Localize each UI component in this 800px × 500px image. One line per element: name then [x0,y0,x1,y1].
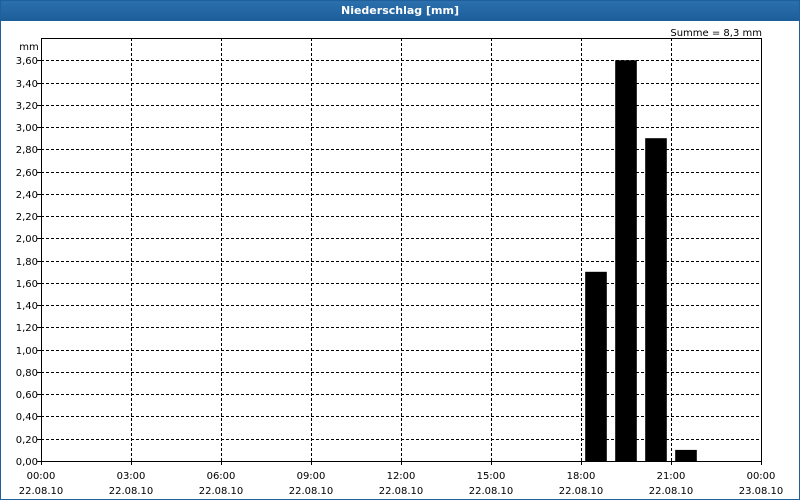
y-tick-label: 1,80 [16,257,38,268]
y-tick-label: 1,20 [16,323,38,334]
y-tick-labels: 0,00 0,20 0,40 0,60 0,80 1,00 1,20 1,40 1,60 1,80… [16,56,38,468]
y-tick-label: 0,40 [16,412,38,423]
bar [645,138,667,461]
x-tick-date-label: 22.08.10 [289,486,334,497]
y-tick-label: 2,80 [16,145,38,156]
y-tick-label: 1,00 [16,346,38,357]
x-tick-time-label: 15:00 [477,471,506,482]
y-tick-label: 0,80 [16,368,38,379]
x-tick-date-label: 22.08.10 [199,486,244,497]
x-tick-date-label: 22.08.10 [469,486,514,497]
x-tick-date-label: 22.08.10 [109,486,154,497]
y-tick-label: 2,60 [16,168,38,179]
x-tick-date-label: 22.08.10 [559,486,604,497]
y-tick-label: 0,20 [16,435,38,446]
y-tick-label: 2,00 [16,234,38,245]
x-tick-time-label: 00:00 [27,471,56,482]
x-tick-date-label: 23.08.10 [739,486,784,497]
bars-group [585,60,697,462]
x-tick-time-label: 03:00 [117,471,146,482]
y-tick-label: 1,60 [16,279,38,290]
bar [675,449,697,461]
precipitation-chart: mm Summe = 8,3 mm 0,00 0,20 0,40 0,60 0,80 1,… [16,28,784,497]
y-tick-label: 1,40 [16,301,38,312]
x-tick-date-label: 22.08.10 [379,486,424,497]
x-tick-time-label: 21:00 [657,471,686,482]
x-tick-time-label: 06:00 [207,471,236,482]
bar [615,60,637,462]
y-axis-unit-label: mm [19,42,38,53]
x-tick-time-label: 09:00 [297,471,326,482]
x-tick-date-label: 22.08.10 [649,486,694,497]
y-tick-label: 2,20 [16,212,38,223]
x-tick-time-label: 12:00 [387,471,416,482]
y-tick-label: 0,60 [16,390,38,401]
x-tick-date-label: 22.08.10 [19,486,64,497]
y-tick-label: 3,60 [16,56,38,67]
y-tick-label: 0,00 [16,457,38,468]
y-tick-label: 3,20 [16,101,38,112]
x-tick-labels: 00:00 22.08.10 03:00 22.08.10 06:00 22.08.10 0… [19,471,784,497]
x-tick-time-label: 18:00 [567,471,596,482]
bar [585,271,607,461]
y-tick-label: 2,40 [16,190,38,201]
x-tick-time-label: 00:00 [747,471,776,482]
y-tick-label: 3,40 [16,79,38,90]
sum-label: Summe = 8,3 mm [670,28,762,39]
y-tick-label: 3,00 [16,123,38,134]
